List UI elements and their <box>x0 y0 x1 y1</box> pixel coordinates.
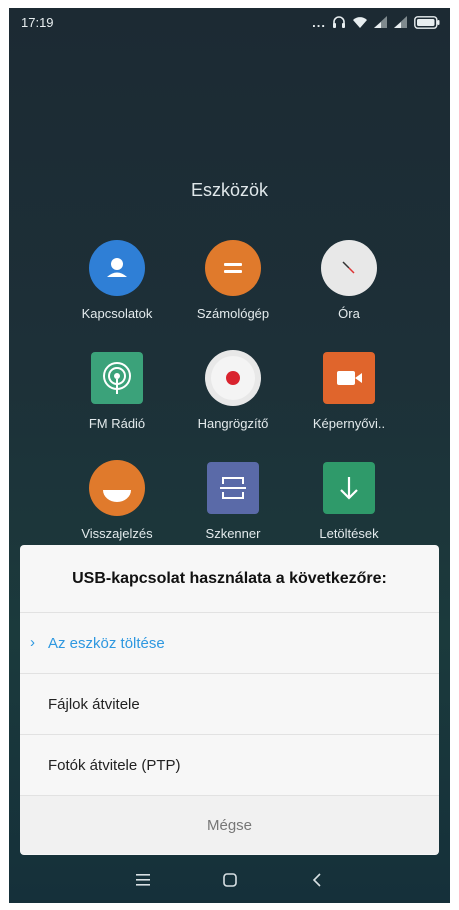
battery-icon <box>414 15 440 29</box>
signal-icon-1 <box>374 16 388 28</box>
headphones-icon <box>332 15 346 29</box>
back-icon[interactable] <box>302 865 332 895</box>
app-feedback[interactable]: Visszajelzés <box>59 460 175 548</box>
app-label: Számológép <box>196 306 270 321</box>
clock-icon <box>321 240 377 296</box>
app-grid: Kapcsolatok Számológép Óra FM Rádió Hang… <box>59 240 409 548</box>
app-label: Hangrögzítő <box>197 416 269 431</box>
menu-icon[interactable] <box>128 865 158 895</box>
app-scanner[interactable]: Szkenner <box>175 460 291 548</box>
dialog-title: USB-kapcsolat használata a következőre: <box>20 545 439 613</box>
option-transfer-files[interactable]: Fájlok átvitele <box>20 674 439 735</box>
calculator-icon <box>205 240 261 296</box>
app-label: Óra <box>338 306 360 321</box>
folder-title: Eszközök <box>190 180 269 200</box>
app-downloads[interactable]: Letöltések <box>291 460 407 548</box>
app-label: FM Rádió <box>88 416 146 431</box>
notification-dots: ... <box>312 14 326 30</box>
app-label: Letöltések <box>319 526 379 541</box>
option-label: Az eszköz töltése <box>48 634 165 652</box>
downloads-icon <box>321 460 377 516</box>
cancel-button[interactable]: Mégse <box>20 796 439 854</box>
app-label: Szkenner <box>205 526 261 541</box>
status-time: 17:19 <box>21 14 54 30</box>
navigation-bar <box>9 857 450 903</box>
feedback-icon <box>89 460 145 516</box>
status-bar: 17:19 ... <box>9 8 450 36</box>
wifi-icon <box>352 16 368 29</box>
app-recorder[interactable]: Hangrögzítő <box>175 350 291 438</box>
app-calculator[interactable]: Számológép <box>175 240 291 328</box>
signal-icon-2 <box>394 16 408 28</box>
app-screen-recorder[interactable]: Képernyővi.. <box>291 350 407 438</box>
option-label: Fájlok átvitele <box>48 695 140 713</box>
home-icon[interactable] <box>215 865 245 895</box>
app-label: Visszajelzés <box>81 526 153 541</box>
chevron-right-icon: › <box>30 634 35 651</box>
app-contacts[interactable]: Kapcsolatok <box>59 240 175 328</box>
radio-icon <box>89 350 145 406</box>
app-label: Képernyővi.. <box>312 416 386 431</box>
app-fm-radio[interactable]: FM Rádió <box>59 350 175 438</box>
option-label: Fotók átvitele (PTP) <box>48 756 181 774</box>
app-label: Kapcsolatok <box>81 306 153 321</box>
phone-screen: 17:19 ... Eszközök Kapcsolatok Számológé… <box>9 8 450 903</box>
recorder-icon <box>205 350 261 406</box>
contacts-icon <box>89 240 145 296</box>
screen-recorder-icon <box>321 350 377 406</box>
scanner-icon <box>205 460 261 516</box>
option-charge-device[interactable]: › Az eszköz töltése <box>20 613 439 674</box>
option-transfer-photos[interactable]: Fotók átvitele (PTP) <box>20 735 439 796</box>
usb-mode-dialog: USB-kapcsolat használata a következőre: … <box>20 545 439 855</box>
status-icons: ... <box>312 15 440 30</box>
app-clock[interactable]: Óra <box>291 240 407 328</box>
